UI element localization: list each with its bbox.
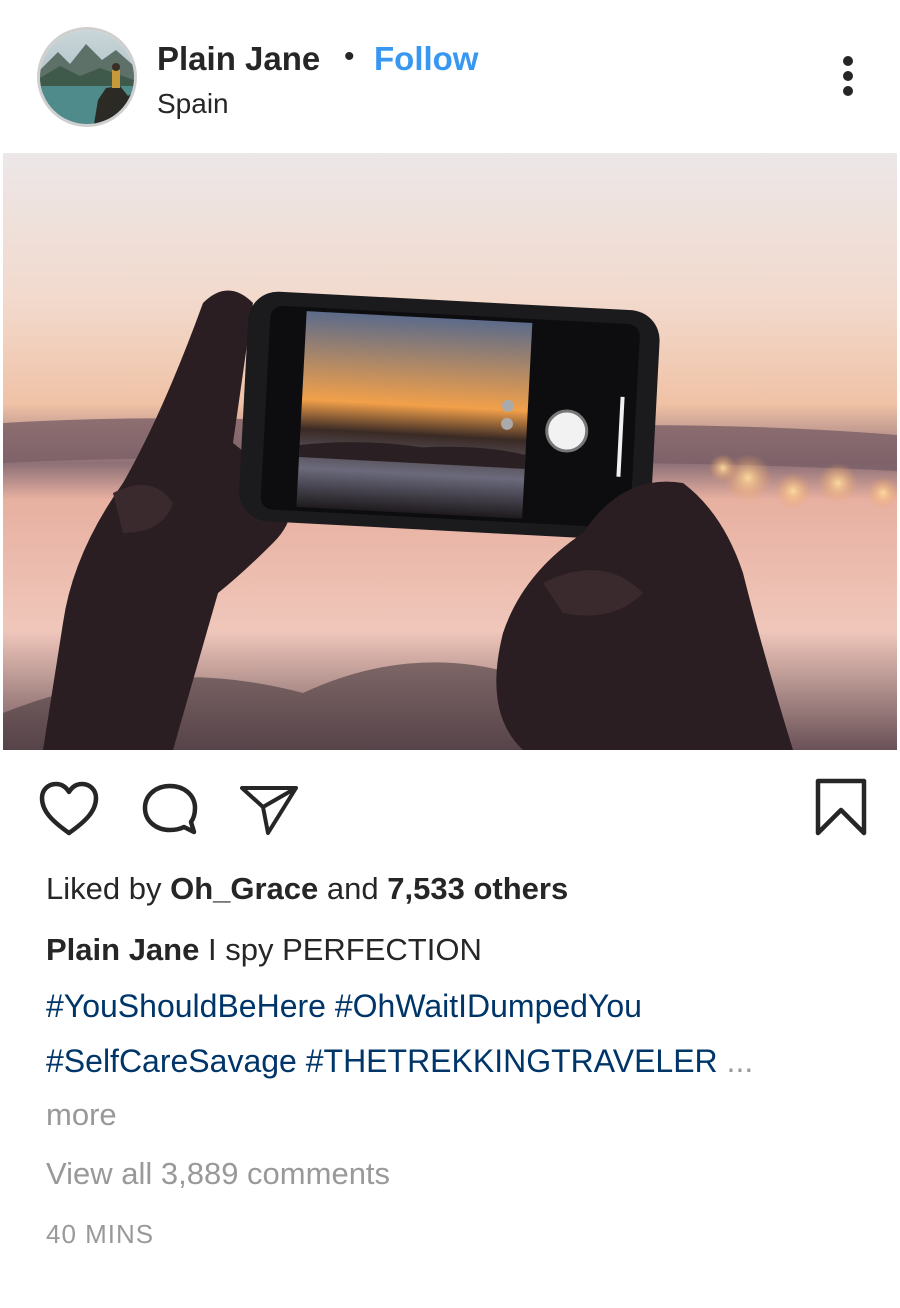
caption-more-link[interactable]: more <box>46 1097 117 1133</box>
avatar-landscape-image <box>40 30 134 124</box>
likes-prefix: Liked by <box>46 871 162 906</box>
follow-button[interactable]: Follow <box>374 40 478 78</box>
comment-button[interactable] <box>140 781 200 837</box>
post-photo[interactable] <box>3 153 897 750</box>
save-button[interactable] <box>813 777 869 837</box>
separator-dot: • <box>344 40 355 73</box>
post-card: Plain Jane • Follow Spain Liked by Oh_Gr… <box>0 0 900 1308</box>
menu-dot <box>843 86 853 96</box>
likes-count-link[interactable]: 7,533 others <box>387 871 568 906</box>
more-options-icon[interactable] <box>832 52 864 102</box>
post-timestamp: 40 MINS <box>46 1219 155 1249</box>
post-location[interactable]: Spain <box>157 88 229 120</box>
hashtags-line-1[interactable]: #YouShouldBeHere #OhWaitIDumpedYou <box>46 988 642 1025</box>
hashtags-line-2: #SelfCareSavage #THETREKKINGTRAVELER ... <box>46 1043 753 1080</box>
menu-dot <box>843 71 853 81</box>
caption-text: I spy PERFECTION <box>207 932 482 967</box>
send-icon <box>240 786 298 835</box>
heart-icon <box>39 781 99 836</box>
caption-username[interactable]: Plain Jane <box>46 932 199 967</box>
hashtags-line-2-text[interactable]: #SelfCareSavage #THETREKKINGTRAVELER <box>46 1043 718 1079</box>
caption-ellipsis: ... <box>726 1043 754 1079</box>
comment-icon <box>142 783 198 835</box>
bookmark-icon <box>815 778 867 836</box>
avatar[interactable] <box>40 30 134 124</box>
like-button[interactable] <box>38 781 100 837</box>
view-all-comments-link[interactable]: View all 3,889 comments <box>46 1156 390 1192</box>
likes-summary: Liked by Oh_Grace and 7,533 others <box>46 871 568 907</box>
caption: Plain Jane I spy PERFECTION <box>46 932 482 968</box>
menu-dot <box>843 56 853 66</box>
post-username[interactable]: Plain Jane <box>157 40 320 78</box>
sunset-phone-photo <box>3 153 897 750</box>
liker-username[interactable]: Oh_Grace <box>170 871 318 906</box>
share-button[interactable] <box>238 781 300 837</box>
likes-middle: and <box>326 871 379 906</box>
